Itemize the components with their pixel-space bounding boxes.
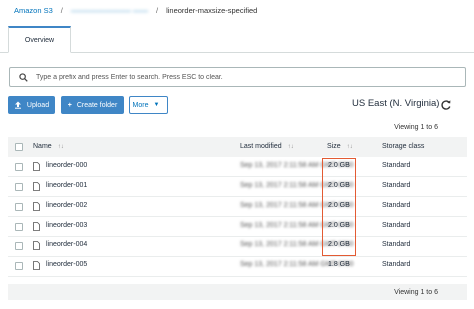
sort-icon: ↑↓ bbox=[287, 143, 294, 150]
storage-class-value: Standard bbox=[382, 202, 411, 209]
tab-bar: Overview bbox=[0, 26, 474, 53]
row-checkbox[interactable] bbox=[15, 262, 23, 270]
storage-class-value: Standard bbox=[382, 182, 411, 189]
storage-class-value: Standard bbox=[382, 261, 411, 268]
more-dropdown-button[interactable]: More ▼ bbox=[129, 96, 168, 114]
chevron-down-icon: ▼ bbox=[153, 102, 160, 108]
file-name-link[interactable]: lineorder-000 bbox=[46, 162, 87, 169]
row-checkbox[interactable] bbox=[15, 183, 23, 191]
file-name-link[interactable]: lineorder-002 bbox=[46, 202, 87, 209]
file-name-link[interactable]: lineorder-001 bbox=[46, 182, 87, 189]
storage-class-value: Standard bbox=[382, 241, 411, 248]
row-checkbox[interactable] bbox=[15, 223, 23, 231]
size-value: 1.8 GB bbox=[328, 261, 350, 268]
tab-overview[interactable]: Overview bbox=[8, 26, 71, 53]
row-checkbox[interactable] bbox=[15, 242, 23, 250]
file-icon bbox=[33, 202, 40, 211]
pagination-info-top: Viewing 1 to 6 bbox=[394, 124, 438, 131]
file-name-link[interactable]: lineorder-004 bbox=[46, 241, 87, 248]
upload-label: Upload bbox=[26, 101, 50, 109]
column-header-last-modified[interactable]: Last modified ↑↓ bbox=[240, 143, 294, 150]
search-box[interactable] bbox=[9, 67, 466, 87]
column-header-size[interactable]: Size ↑↓ bbox=[327, 143, 353, 150]
column-header-storage-class[interactable]: Storage class bbox=[382, 143, 424, 150]
column-last-modified-label: Last modified bbox=[240, 143, 282, 150]
row-checkbox[interactable] bbox=[15, 203, 23, 211]
breadcrumb-separator: / bbox=[155, 5, 159, 15]
file-icon bbox=[33, 222, 40, 231]
select-all-checkbox[interactable] bbox=[15, 143, 23, 151]
search-icon bbox=[19, 72, 28, 82]
file-icon bbox=[33, 182, 40, 191]
upload-arrow-icon bbox=[14, 101, 21, 109]
breadcrumb: Amazon S3 / ———————— —— / lineorder-maxs… bbox=[14, 5, 257, 15]
sort-icon: ↑↓ bbox=[346, 143, 353, 150]
search-input[interactable] bbox=[36, 73, 456, 81]
file-name-link[interactable]: lineorder-003 bbox=[46, 222, 87, 229]
create-folder-label: Create folder bbox=[76, 101, 118, 109]
storage-class-value: Standard bbox=[382, 222, 411, 229]
plus-icon: + bbox=[67, 101, 72, 109]
region-label: US East (N. Virginia) bbox=[352, 98, 440, 109]
file-icon bbox=[33, 261, 40, 270]
row-checkbox[interactable] bbox=[15, 163, 23, 171]
size-highlight-box bbox=[322, 158, 356, 256]
breadcrumb-bucket-link[interactable]: ———————— —— bbox=[71, 6, 148, 15]
storage-class-value: Standard bbox=[382, 162, 411, 169]
breadcrumb-separator: / bbox=[60, 5, 63, 15]
more-label: More bbox=[132, 101, 149, 109]
create-folder-button[interactable]: + Create folder bbox=[61, 96, 124, 114]
breadcrumb-root-link[interactable]: Amazon S3 bbox=[14, 6, 53, 15]
column-storage-class-label: Storage class bbox=[382, 143, 425, 150]
file-icon bbox=[33, 162, 40, 171]
breadcrumb-current-folder: lineorder-maxsize-specified bbox=[166, 5, 258, 15]
sort-icon: ↑↓ bbox=[57, 143, 64, 150]
file-icon bbox=[33, 241, 40, 250]
file-name-link[interactable]: lineorder-005 bbox=[46, 261, 87, 268]
column-name-label: Name bbox=[33, 143, 52, 150]
column-header-name[interactable]: Name ↑↓ bbox=[33, 143, 64, 150]
column-size-label: Size bbox=[327, 143, 341, 150]
refresh-icon[interactable] bbox=[440, 99, 452, 111]
pagination-info-bottom: Viewing 1 to 6 bbox=[394, 289, 438, 296]
upload-button[interactable]: Upload bbox=[8, 96, 55, 114]
